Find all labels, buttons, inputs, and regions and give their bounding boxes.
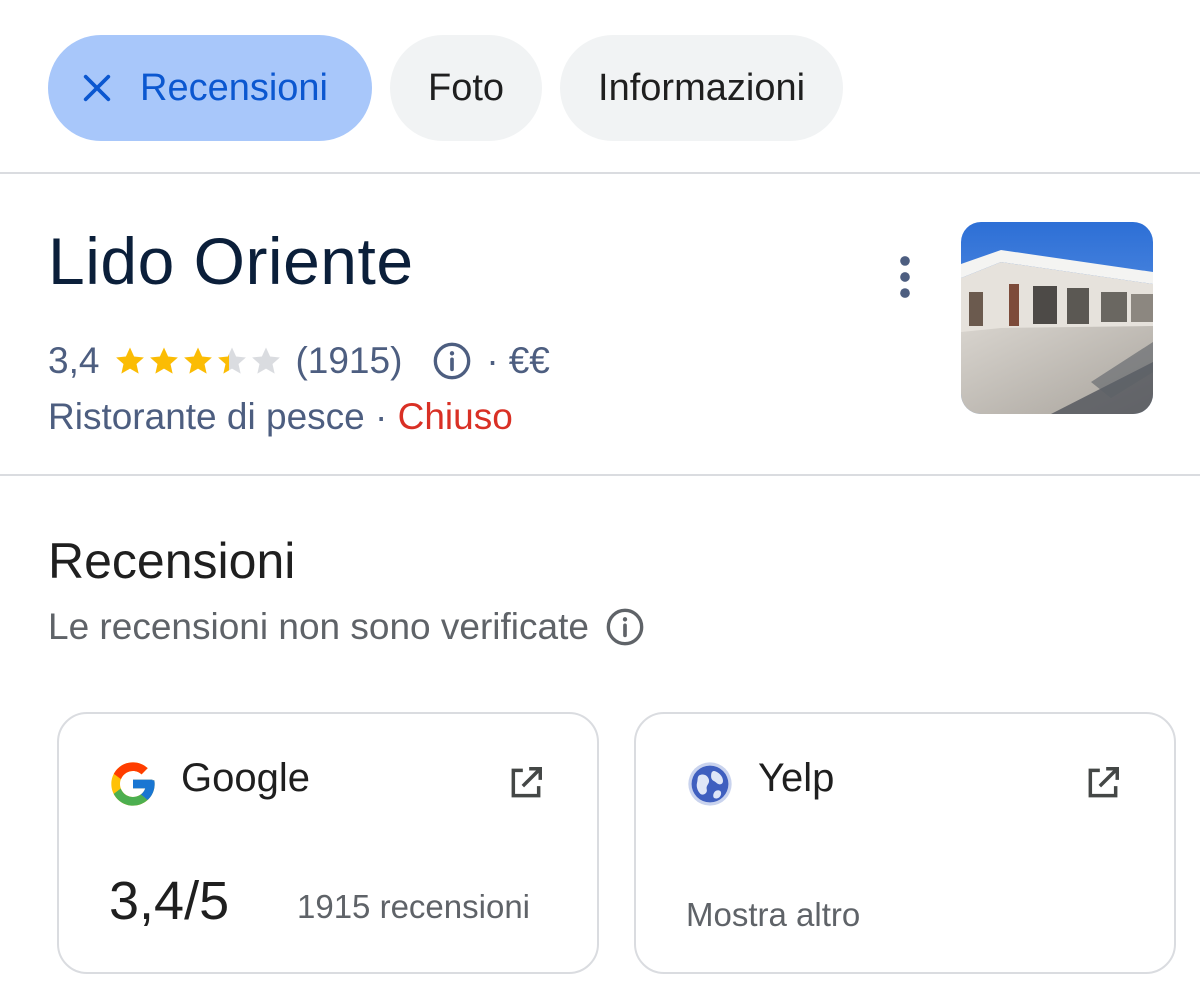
open-external-icon[interactable] xyxy=(507,764,545,802)
star-icon xyxy=(218,347,247,374)
filter-chips: Recensioni Foto Informazioni xyxy=(48,35,844,141)
review-count[interactable]: (1915) xyxy=(295,340,402,382)
place-title: Lido Oriente xyxy=(48,224,414,298)
close-icon[interactable] xyxy=(80,71,114,105)
source-name: Google xyxy=(181,756,310,800)
open-external-icon[interactable] xyxy=(1084,764,1122,802)
star-rating xyxy=(113,344,283,378)
source-review-count: 1915 recensioni xyxy=(297,888,530,925)
google-logo-icon xyxy=(111,762,155,806)
source-score: 3,4/5 xyxy=(109,871,230,931)
review-source-card-yelp[interactable]: Yelp Mostra altro xyxy=(634,712,1176,974)
rating-row: 3,4 (1915) · €€ xyxy=(48,336,550,386)
chip-reviews[interactable]: Recensioni xyxy=(48,35,372,141)
rating-value: 3,4 xyxy=(48,340,100,381)
star-icon xyxy=(252,347,281,374)
category-row: Ristorante di pesce · Chiuso xyxy=(48,396,513,438)
review-source-card-google[interactable]: Google 3,4/5 1915 recensioni xyxy=(57,712,599,974)
separator-dot: · xyxy=(375,396,388,437)
price-level: €€ xyxy=(508,340,550,381)
building-photo-icon xyxy=(961,222,1153,414)
globe-icon xyxy=(688,762,732,806)
reviews-disclaimer-text: Le recensioni non sono verificate xyxy=(48,606,589,647)
chip-photos-label: Foto xyxy=(428,66,505,109)
open-status: Chiuso xyxy=(397,396,513,437)
chip-info-label: Informazioni xyxy=(598,66,806,109)
place-photo[interactable] xyxy=(961,222,1153,414)
show-more-link[interactable]: Mostra altro xyxy=(686,896,860,934)
chip-info[interactable]: Informazioni xyxy=(560,35,844,141)
source-name: Yelp xyxy=(758,756,835,800)
divider xyxy=(0,474,1200,476)
reviews-disclaimer: Le recensioni non sono verificate xyxy=(48,606,645,648)
chip-reviews-label: Recensioni xyxy=(140,66,328,109)
more-options-icon[interactable] xyxy=(890,254,920,300)
reviews-heading: Recensioni xyxy=(48,533,296,589)
info-icon[interactable] xyxy=(432,341,472,381)
category-label: Ristorante di pesce xyxy=(48,396,365,437)
info-icon[interactable] xyxy=(605,607,645,647)
separator-dot: · xyxy=(486,340,499,381)
star-icon xyxy=(116,347,145,374)
divider xyxy=(0,172,1200,174)
star-icon xyxy=(184,347,213,374)
star-icon xyxy=(150,347,179,374)
chip-photos[interactable]: Foto xyxy=(390,35,543,141)
